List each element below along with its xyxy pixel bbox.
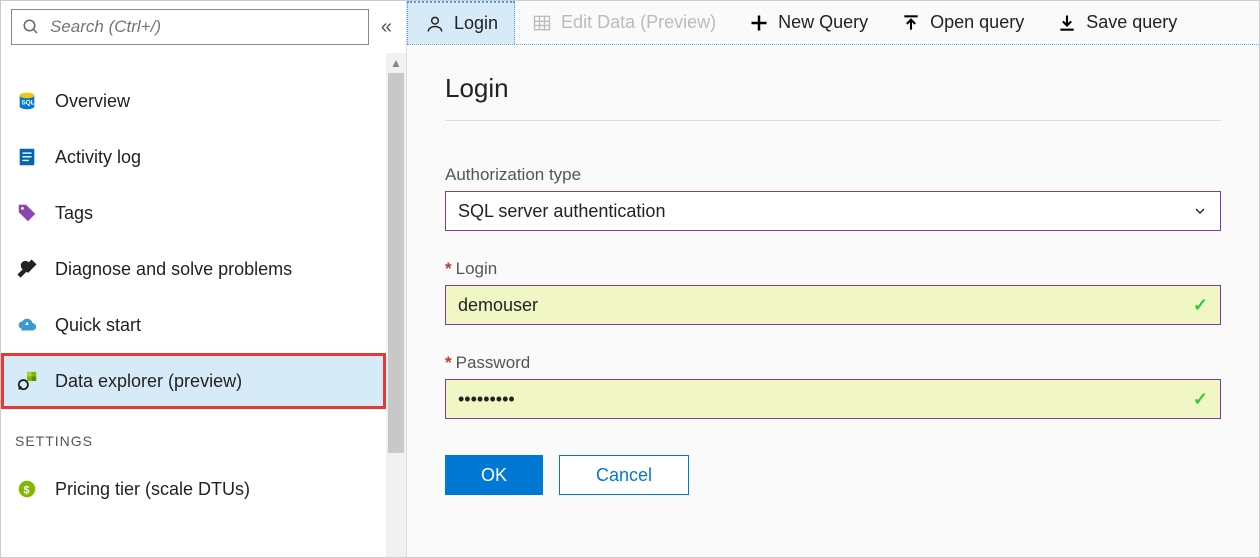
save-icon — [1056, 12, 1078, 34]
tab-login[interactable]: Login — [407, 1, 515, 44]
button-label: Save query — [1086, 12, 1177, 33]
search-row: « — [1, 1, 406, 53]
log-icon — [15, 145, 39, 169]
login-field-wrapper: ✓ — [445, 285, 1221, 325]
pricing-icon: $ — [15, 477, 39, 501]
sidebar-scroll: SQL Overview Activity log Tags — [1, 53, 406, 557]
login-label: * Login — [445, 259, 1221, 279]
cancel-button[interactable]: Cancel — [559, 455, 689, 495]
sidebar-item-activity-log[interactable]: Activity log — [1, 129, 386, 185]
open-query-button[interactable]: Open query — [884, 1, 1040, 44]
password-field-wrapper: ✓ — [445, 379, 1221, 419]
select-value: SQL server authentication — [458, 201, 665, 222]
required-asterisk: * — [445, 353, 452, 373]
button-label: New Query — [778, 12, 868, 33]
sidebar-item-label: Diagnose and solve problems — [55, 259, 292, 280]
cloud-icon — [15, 313, 39, 337]
password-label-text: Password — [456, 353, 531, 373]
nav-items: SQL Overview Activity log Tags — [1, 53, 386, 557]
auth-type-group: Authorization type SQL server authentica… — [445, 165, 1221, 231]
sidebar-item-label: Data explorer (preview) — [55, 371, 242, 392]
content: Login Edit Data (Preview) New Query Open… — [406, 1, 1259, 557]
sidebar-item-quickstart[interactable]: Quick start — [1, 297, 386, 353]
password-label: * Password — [445, 353, 1221, 373]
button-label: Open query — [930, 12, 1024, 33]
login-input[interactable] — [458, 295, 1193, 316]
sql-icon: SQL — [15, 89, 39, 113]
section-settings: SETTINGS — [1, 409, 386, 461]
sidebar-item-label: Tags — [55, 203, 93, 224]
tab-edit-data: Edit Data (Preview) — [515, 1, 732, 44]
tab-label: Login — [454, 13, 498, 34]
collapse-chevron-icon[interactable]: « — [377, 16, 396, 39]
scroll-up-icon[interactable]: ▲ — [386, 53, 406, 73]
login-panel: Login Authorization type SQL server auth… — [445, 73, 1221, 495]
scrollbar[interactable]: ▲ — [386, 53, 406, 557]
button-row: OK Cancel — [445, 455, 1221, 495]
sidebar-item-diagnose[interactable]: Diagnose and solve problems — [1, 241, 386, 297]
required-asterisk: * — [445, 259, 452, 279]
sidebar-item-label: Overview — [55, 91, 130, 112]
new-query-button[interactable]: New Query — [732, 1, 884, 44]
search-input[interactable] — [50, 17, 358, 37]
sidebar-item-overview[interactable]: SQL Overview — [1, 73, 386, 129]
tag-icon — [15, 201, 39, 225]
check-icon: ✓ — [1193, 389, 1208, 410]
sidebar: « SQL Overview Activity log Tags — [1, 1, 406, 557]
auth-type-label: Authorization type — [445, 165, 1221, 185]
login-title: Login — [445, 73, 1221, 121]
plus-icon — [748, 12, 770, 34]
tab-label: Edit Data (Preview) — [561, 12, 716, 33]
scrollbar-thumb[interactable] — [388, 73, 404, 453]
chevron-down-icon — [1192, 203, 1208, 219]
save-query-button[interactable]: Save query — [1040, 1, 1193, 44]
auth-type-select[interactable]: SQL server authentication — [445, 191, 1221, 231]
table-icon — [531, 12, 553, 34]
search-icon — [22, 18, 40, 36]
open-icon — [900, 12, 922, 34]
sidebar-item-pricing-tier[interactable]: $ Pricing tier (scale DTUs) — [1, 461, 386, 517]
sidebar-item-tags[interactable]: Tags — [1, 185, 386, 241]
person-icon — [424, 13, 446, 35]
sidebar-item-label: Pricing tier (scale DTUs) — [55, 479, 250, 500]
sidebar-item-label: Activity log — [55, 147, 141, 168]
login-label-text: Login — [456, 259, 498, 279]
password-input[interactable] — [458, 389, 1193, 410]
ok-button[interactable]: OK — [445, 455, 543, 495]
login-group: * Login ✓ — [445, 259, 1221, 325]
toolbar: Login Edit Data (Preview) New Query Open… — [407, 1, 1259, 45]
explorer-icon — [15, 369, 39, 393]
check-icon: ✓ — [1193, 295, 1208, 316]
tools-icon — [15, 257, 39, 281]
sidebar-item-label: Quick start — [55, 315, 141, 336]
password-group: * Password ✓ — [445, 353, 1221, 419]
sidebar-item-data-explorer[interactable]: Data explorer (preview) — [1, 353, 386, 409]
svg-text:$: $ — [23, 485, 29, 497]
search-box[interactable] — [11, 9, 369, 45]
svg-text:SQL: SQL — [22, 100, 35, 107]
